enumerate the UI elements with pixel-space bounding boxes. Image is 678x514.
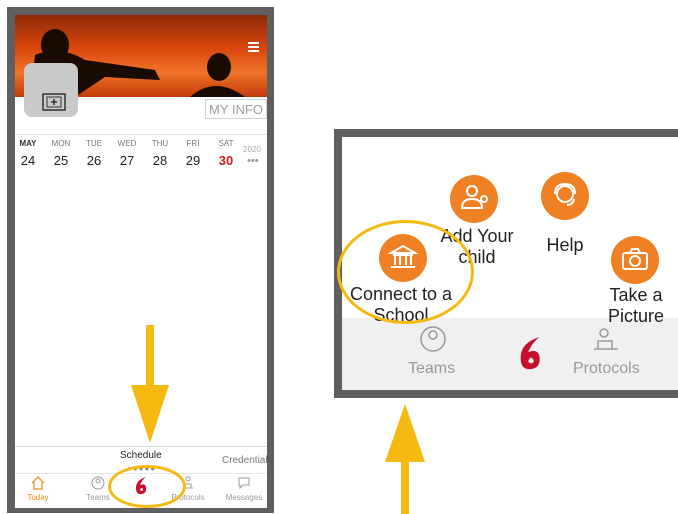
zoom-teams-label[interactable]: Teams bbox=[408, 360, 455, 378]
day-tue[interactable]: TUE 26 bbox=[79, 139, 109, 168]
day-date: 30 bbox=[218, 153, 234, 168]
highlight-ellipse bbox=[108, 465, 186, 508]
home-icon bbox=[15, 476, 61, 493]
day-date: 28 bbox=[152, 153, 168, 168]
divider bbox=[15, 134, 267, 135]
messages-icon bbox=[221, 476, 267, 493]
day-name: MAY bbox=[19, 139, 37, 148]
day-name: FRI bbox=[186, 139, 200, 148]
teams-icon[interactable] bbox=[419, 325, 447, 358]
day-date: 26 bbox=[86, 153, 102, 168]
day-name: WED bbox=[117, 139, 137, 148]
day-date: 29 bbox=[185, 153, 201, 168]
tab-schedule[interactable]: Schedule bbox=[120, 450, 162, 461]
add-child-button[interactable] bbox=[450, 175, 498, 223]
highlight-ellipse-school bbox=[337, 220, 474, 324]
nav-today-label: Today bbox=[27, 493, 49, 502]
day-may[interactable]: MAY 24 bbox=[15, 139, 43, 168]
day-name: THU bbox=[151, 139, 169, 148]
arrow-up-annotation bbox=[385, 404, 425, 514]
nav-messages-label: Messages bbox=[225, 493, 263, 502]
nav-messages[interactable]: Messages bbox=[221, 476, 267, 502]
day-name: TUE bbox=[86, 139, 102, 148]
day-fri[interactable]: FRI 29 bbox=[178, 139, 208, 168]
nav-teams-label: Teams bbox=[86, 493, 110, 502]
more-dates-button[interactable]: ••• bbox=[247, 155, 259, 167]
take-picture-button[interactable] bbox=[611, 236, 659, 284]
week-strip: MAY 24 MON 25 TUE 26 WED 27 THU 28 FRI 2… bbox=[15, 139, 267, 179]
camera-icon[interactable] bbox=[42, 92, 66, 112]
day-date: 27 bbox=[119, 153, 135, 168]
year-label: 2020 bbox=[243, 145, 261, 154]
menu-icon[interactable] bbox=[248, 42, 259, 54]
day-wed[interactable]: WED 27 bbox=[112, 139, 142, 168]
protocols-icon[interactable] bbox=[590, 327, 622, 358]
help-label: Help bbox=[546, 235, 584, 255]
day-date: 25 bbox=[53, 153, 69, 168]
help-button[interactable] bbox=[541, 172, 589, 220]
day-name: SAT bbox=[218, 139, 234, 148]
my-info-button[interactable]: MY INFO bbox=[205, 99, 267, 119]
brand-logo-icon[interactable] bbox=[515, 333, 545, 380]
day-name: MON bbox=[51, 139, 71, 148]
day-thu[interactable]: THU 28 bbox=[145, 139, 175, 168]
day-mon[interactable]: MON 25 bbox=[46, 139, 76, 168]
zoom-bottom-nav bbox=[342, 318, 678, 390]
zoom-protocols-label[interactable]: Protocols bbox=[573, 360, 640, 378]
child-icon bbox=[460, 185, 488, 209]
arrow-down-annotation bbox=[131, 325, 169, 443]
help-icon bbox=[554, 182, 576, 206]
take-picture-label: Take a Picture bbox=[607, 285, 665, 326]
day-date: 24 bbox=[20, 153, 36, 168]
tab-credential[interactable]: Credential bbox=[222, 455, 267, 466]
day-sat-today[interactable]: SAT 30 bbox=[211, 139, 241, 168]
camera-icon bbox=[622, 248, 648, 270]
nav-today[interactable]: Today bbox=[15, 476, 61, 502]
